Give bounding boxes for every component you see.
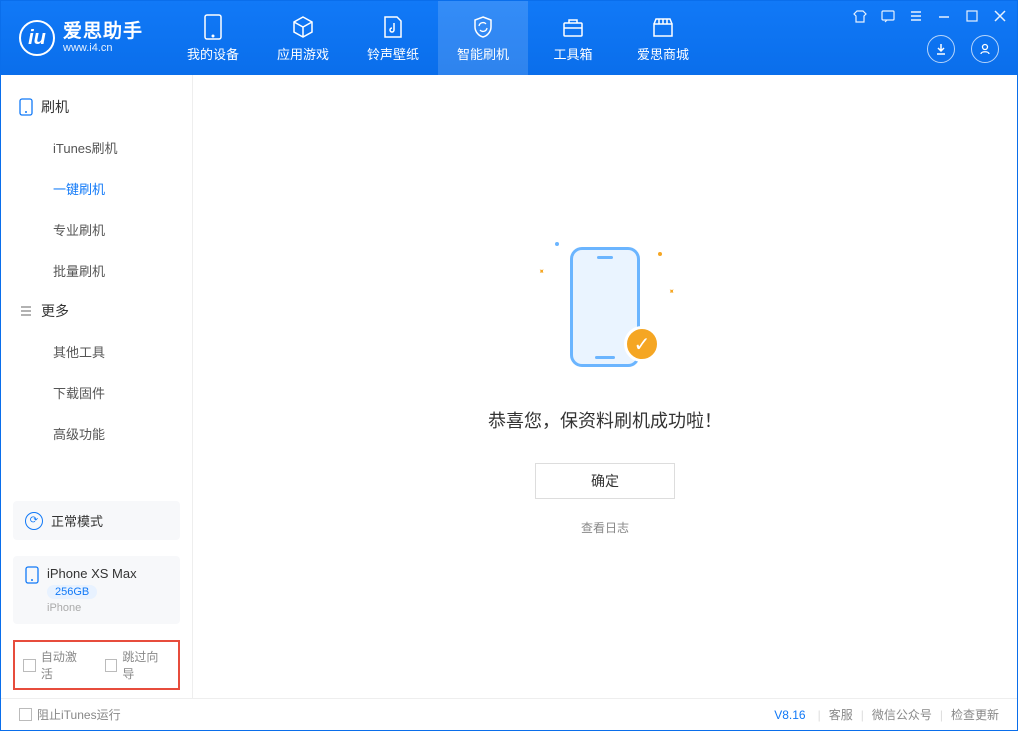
main-content: ✓ ✦ ✦ 恭喜您，保资料刷机成功啦！ 确定 查看日志 bbox=[193, 75, 1017, 698]
cube-icon bbox=[290, 14, 316, 40]
main-nav: 我的设备 应用游戏 铃声壁纸 智能刷机 工具箱 爱思商城 bbox=[168, 1, 708, 75]
app-title: 爱思助手 bbox=[63, 22, 143, 43]
feedback-icon[interactable] bbox=[879, 7, 897, 25]
success-illustration: ✓ ✦ ✦ bbox=[530, 237, 680, 387]
app-window: iu 爱思助手 www.i4.cn 我的设备 应用游戏 铃声壁纸 智能刷机 bbox=[0, 0, 1018, 731]
device-name: iPhone XS Max bbox=[47, 566, 137, 581]
checkbox-auto-activate[interactable]: 自动激活 bbox=[23, 648, 89, 682]
support-link[interactable]: 客服 bbox=[829, 706, 853, 723]
list-icon bbox=[19, 304, 33, 318]
view-log-link[interactable]: 查看日志 bbox=[581, 519, 629, 536]
maximize-icon[interactable] bbox=[963, 7, 981, 25]
menu-icon[interactable] bbox=[907, 7, 925, 25]
ok-button[interactable]: 确定 bbox=[535, 463, 675, 499]
bottom-options-highlight: 自动激活 跳过向导 bbox=[13, 640, 180, 690]
minimize-icon[interactable] bbox=[935, 7, 953, 25]
check-update-link[interactable]: 检查更新 bbox=[951, 706, 999, 723]
wechat-link[interactable]: 微信公众号 bbox=[872, 706, 932, 723]
device-mode-label: 正常模式 bbox=[51, 511, 103, 530]
user-button[interactable] bbox=[971, 35, 999, 63]
nav-toolbox[interactable]: 工具箱 bbox=[528, 1, 618, 75]
body: 刷机 iTunes刷机 一键刷机 专业刷机 批量刷机 更多 其他工具 下载固件 … bbox=[1, 75, 1017, 698]
close-icon[interactable] bbox=[991, 7, 1009, 25]
skin-icon[interactable] bbox=[851, 7, 869, 25]
download-button[interactable] bbox=[927, 35, 955, 63]
sidebar-item-other-tools[interactable]: 其他工具 bbox=[1, 331, 192, 372]
footer: 阻止iTunes运行 V8.16 | 客服 | 微信公众号 | 检查更新 bbox=[1, 698, 1017, 730]
sidebar-item-oneclick-flash[interactable]: 一键刷机 bbox=[1, 168, 192, 209]
logo-icon: iu bbox=[19, 20, 55, 56]
device-icon bbox=[200, 14, 226, 40]
device-phone-icon bbox=[25, 566, 39, 584]
check-badge-icon: ✓ bbox=[624, 326, 660, 362]
checkbox-icon bbox=[19, 708, 32, 721]
sidebar-group-more: 更多 bbox=[1, 291, 192, 331]
checkbox-icon bbox=[105, 659, 118, 672]
sidebar-item-pro-flash[interactable]: 专业刷机 bbox=[1, 209, 192, 250]
checkbox-skip-guide[interactable]: 跳过向导 bbox=[105, 648, 171, 682]
window-controls bbox=[851, 7, 1009, 25]
nav-my-device[interactable]: 我的设备 bbox=[168, 1, 258, 75]
sidebar-item-download-firmware[interactable]: 下载固件 bbox=[1, 372, 192, 413]
device-mode-box[interactable]: ⟳ 正常模式 bbox=[13, 501, 180, 540]
sidebar-item-batch-flash[interactable]: 批量刷机 bbox=[1, 250, 192, 291]
nav-smart-flash[interactable]: 智能刷机 bbox=[438, 1, 528, 75]
sidebar: 刷机 iTunes刷机 一键刷机 专业刷机 批量刷机 更多 其他工具 下载固件 … bbox=[1, 75, 193, 698]
checkbox-icon bbox=[23, 659, 36, 672]
device-info-box[interactable]: iPhone XS Max 256GB iPhone bbox=[13, 556, 180, 624]
sparkle-icon: ✦ bbox=[666, 286, 677, 297]
phone-small-icon bbox=[19, 98, 33, 116]
sidebar-item-advanced[interactable]: 高级功能 bbox=[1, 413, 192, 454]
nav-store[interactable]: 爱思商城 bbox=[618, 1, 708, 75]
device-type: iPhone bbox=[47, 602, 137, 614]
mode-icon: ⟳ bbox=[25, 512, 43, 530]
music-file-icon bbox=[380, 14, 406, 40]
sparkle-icon: ✦ bbox=[536, 266, 547, 277]
dot-icon bbox=[555, 242, 559, 246]
header: iu 爱思助手 www.i4.cn 我的设备 应用游戏 铃声壁纸 智能刷机 bbox=[1, 1, 1017, 75]
sidebar-item-itunes-flash[interactable]: iTunes刷机 bbox=[1, 127, 192, 168]
refresh-shield-icon bbox=[470, 14, 496, 40]
store-icon bbox=[650, 14, 676, 40]
success-message: 恭喜您，保资料刷机成功啦！ bbox=[488, 407, 722, 433]
app-logo: iu 爱思助手 www.i4.cn bbox=[19, 20, 143, 56]
header-right-buttons bbox=[927, 35, 999, 63]
toolbox-icon bbox=[560, 14, 586, 40]
version-label: V8.16 bbox=[774, 708, 805, 722]
checkbox-block-itunes[interactable]: 阻止iTunes运行 bbox=[19, 706, 121, 723]
sidebar-group-flash: 刷机 bbox=[1, 87, 192, 127]
dot-icon bbox=[658, 252, 662, 256]
nav-ringtones-wallpapers[interactable]: 铃声壁纸 bbox=[348, 1, 438, 75]
device-capacity: 256GB bbox=[47, 585, 97, 599]
nav-apps-games[interactable]: 应用游戏 bbox=[258, 1, 348, 75]
app-subtitle: www.i4.cn bbox=[63, 42, 143, 54]
